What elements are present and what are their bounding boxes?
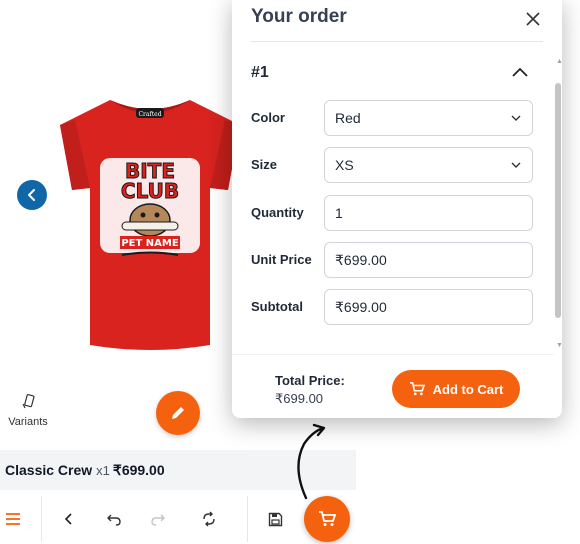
panel-scrollbar[interactable]: ▲ ▼ <box>554 58 563 350</box>
quantity-value: 1 <box>335 205 343 221</box>
color-select[interactable]: Red <box>324 100 533 136</box>
undo-icon <box>107 514 121 526</box>
toolbar-divider <box>41 496 42 542</box>
cart-button[interactable] <box>304 496 350 542</box>
hamburger-menu-icon <box>6 513 20 525</box>
collapse-item-button[interactable] <box>508 60 532 84</box>
subtotal-field: ₹699.00 <box>324 289 533 325</box>
scroll-up-arrow-icon[interactable]: ▲ <box>556 58 563 66</box>
summary-product-name: Classic Crew <box>5 462 93 478</box>
color-label: Color <box>251 110 285 125</box>
close-icon <box>526 12 540 26</box>
summary-quantity: x1 <box>96 462 110 478</box>
summary-price: ₹699.00 <box>112 461 165 478</box>
pencil-icon <box>172 407 184 419</box>
chevron-left-icon <box>64 513 72 525</box>
order-item-number: #1 <box>251 64 269 81</box>
panel-divider <box>251 41 543 42</box>
chevron-left-icon <box>28 189 35 201</box>
add-to-cart-button[interactable]: Add to Cart <box>392 370 520 408</box>
back-button[interactable] <box>56 506 82 532</box>
brand-tag: Crafted <box>138 111 161 118</box>
redo-icon <box>151 514 165 526</box>
app-screen: Crafted BITE CLUB PET NAME Variants Clas… <box>0 0 580 544</box>
toolbar-divider <box>247 496 248 542</box>
edit-button[interactable] <box>156 391 200 435</box>
tshirt-graphic: Crafted BITE CLUB PET NAME <box>60 100 240 350</box>
print-pet-name: PET NAME <box>121 238 179 249</box>
refresh-button[interactable] <box>196 506 222 532</box>
chevron-down-icon <box>511 162 521 168</box>
size-select[interactable]: XS <box>324 147 533 183</box>
total-price-value: ₹699.00 <box>275 391 324 406</box>
quantity-input[interactable]: 1 <box>324 195 533 231</box>
order-panel: Your order #1 Color Red Size XS Quantity… <box>232 0 563 418</box>
total-price-label: Total Price: <box>275 373 345 388</box>
unit-price-field: ₹699.00 <box>324 242 533 278</box>
chevron-down-icon <box>511 115 521 121</box>
size-value: XS <box>335 157 354 173</box>
refresh-icon <box>203 511 215 527</box>
subtotal-label: Subtotal <box>251 299 303 314</box>
unit-price-label: Unit Price <box>251 252 312 267</box>
previous-image-button[interactable] <box>17 180 47 210</box>
variants-label: Variants <box>8 416 48 428</box>
scroll-thumb[interactable] <box>555 83 561 318</box>
footer-divider <box>232 354 554 355</box>
menu-button[interactable] <box>0 506 26 532</box>
chevron-up-icon <box>512 67 528 77</box>
floppy-disk-icon <box>268 512 282 526</box>
variants-icon <box>22 394 35 409</box>
quantity-label: Quantity <box>251 205 304 220</box>
product-image: Crafted BITE CLUB PET NAME <box>50 80 250 360</box>
print-title-2: CLUB <box>121 179 179 203</box>
unit-price-value: ₹699.00 <box>335 251 387 268</box>
subtotal-value: ₹699.00 <box>335 298 387 315</box>
size-label: Size <box>251 157 278 172</box>
close-button[interactable] <box>522 8 544 30</box>
add-to-cart-label: Add to Cart <box>432 381 504 397</box>
save-button[interactable] <box>262 506 288 532</box>
curved-arrow-hint <box>297 423 326 500</box>
scroll-down-arrow-icon[interactable]: ▼ <box>556 342 563 350</box>
shopping-cart-icon <box>319 511 336 526</box>
order-panel-title: Your order <box>251 6 347 27</box>
variants-button[interactable]: Variants <box>6 394 50 428</box>
redo-button[interactable] <box>145 506 171 532</box>
undo-button[interactable] <box>101 506 127 532</box>
shopping-cart-icon <box>409 382 425 396</box>
color-value: Red <box>335 110 361 126</box>
